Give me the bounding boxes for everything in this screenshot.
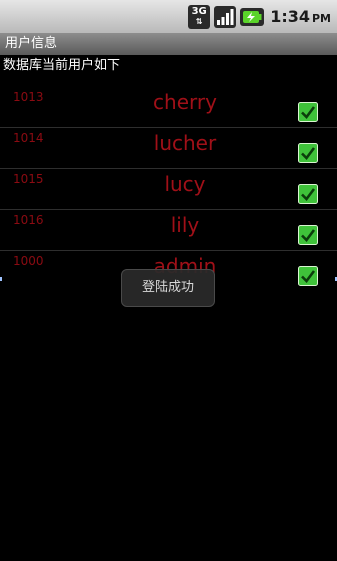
user-row[interactable]: 1015 lucy [0, 169, 337, 210]
list-subtitle: 数据库当前用户如下 [3, 58, 121, 73]
user-row[interactable]: 1013 cherry [0, 87, 337, 128]
user-id: 1013 [13, 90, 44, 104]
checkbox-checked-icon[interactable] [298, 184, 318, 204]
network-3g-icon: 3G ⇅ [188, 4, 211, 29]
toast-text: 登陆成功 [141, 280, 194, 295]
checkbox-checked-icon[interactable] [298, 102, 318, 122]
user-id: 1000 [13, 254, 44, 268]
page-title: 用户信息 [5, 36, 58, 51]
checkbox-checked-icon[interactable] [298, 266, 318, 286]
user-name: lily [170, 213, 200, 237]
user-list: 1013 cherry 1014 lucher 1015 lucy 1016 l… [0, 87, 337, 291]
user-id: 1016 [13, 213, 44, 227]
left-edge-marker [0, 277, 2, 281]
checkbox-checked-icon[interactable] [298, 225, 318, 245]
user-id: 1015 [13, 172, 44, 186]
toast-message: 登陆成功 [121, 269, 215, 307]
user-name: cherry [153, 90, 217, 114]
checkbox-checked-icon[interactable] [298, 143, 318, 163]
user-id: 1014 [13, 131, 44, 145]
status-bar: 3G ⇅ 1:34 PM [0, 0, 337, 33]
title-bar: 用户信息 [0, 33, 337, 55]
user-row[interactable]: 1016 lily [0, 210, 337, 251]
battery-charging-icon [240, 7, 265, 26]
signal-strength-icon [214, 5, 237, 28]
user-name: lucy [164, 172, 206, 196]
network-label: 3G [191, 5, 207, 17]
user-row[interactable]: 1014 lucher [0, 128, 337, 169]
status-icons: 3G ⇅ 1:34 PM [188, 0, 331, 33]
status-clock: 1:34 [270, 7, 310, 26]
status-clock-ampm: PM [311, 11, 331, 25]
user-name: lucher [153, 131, 217, 155]
